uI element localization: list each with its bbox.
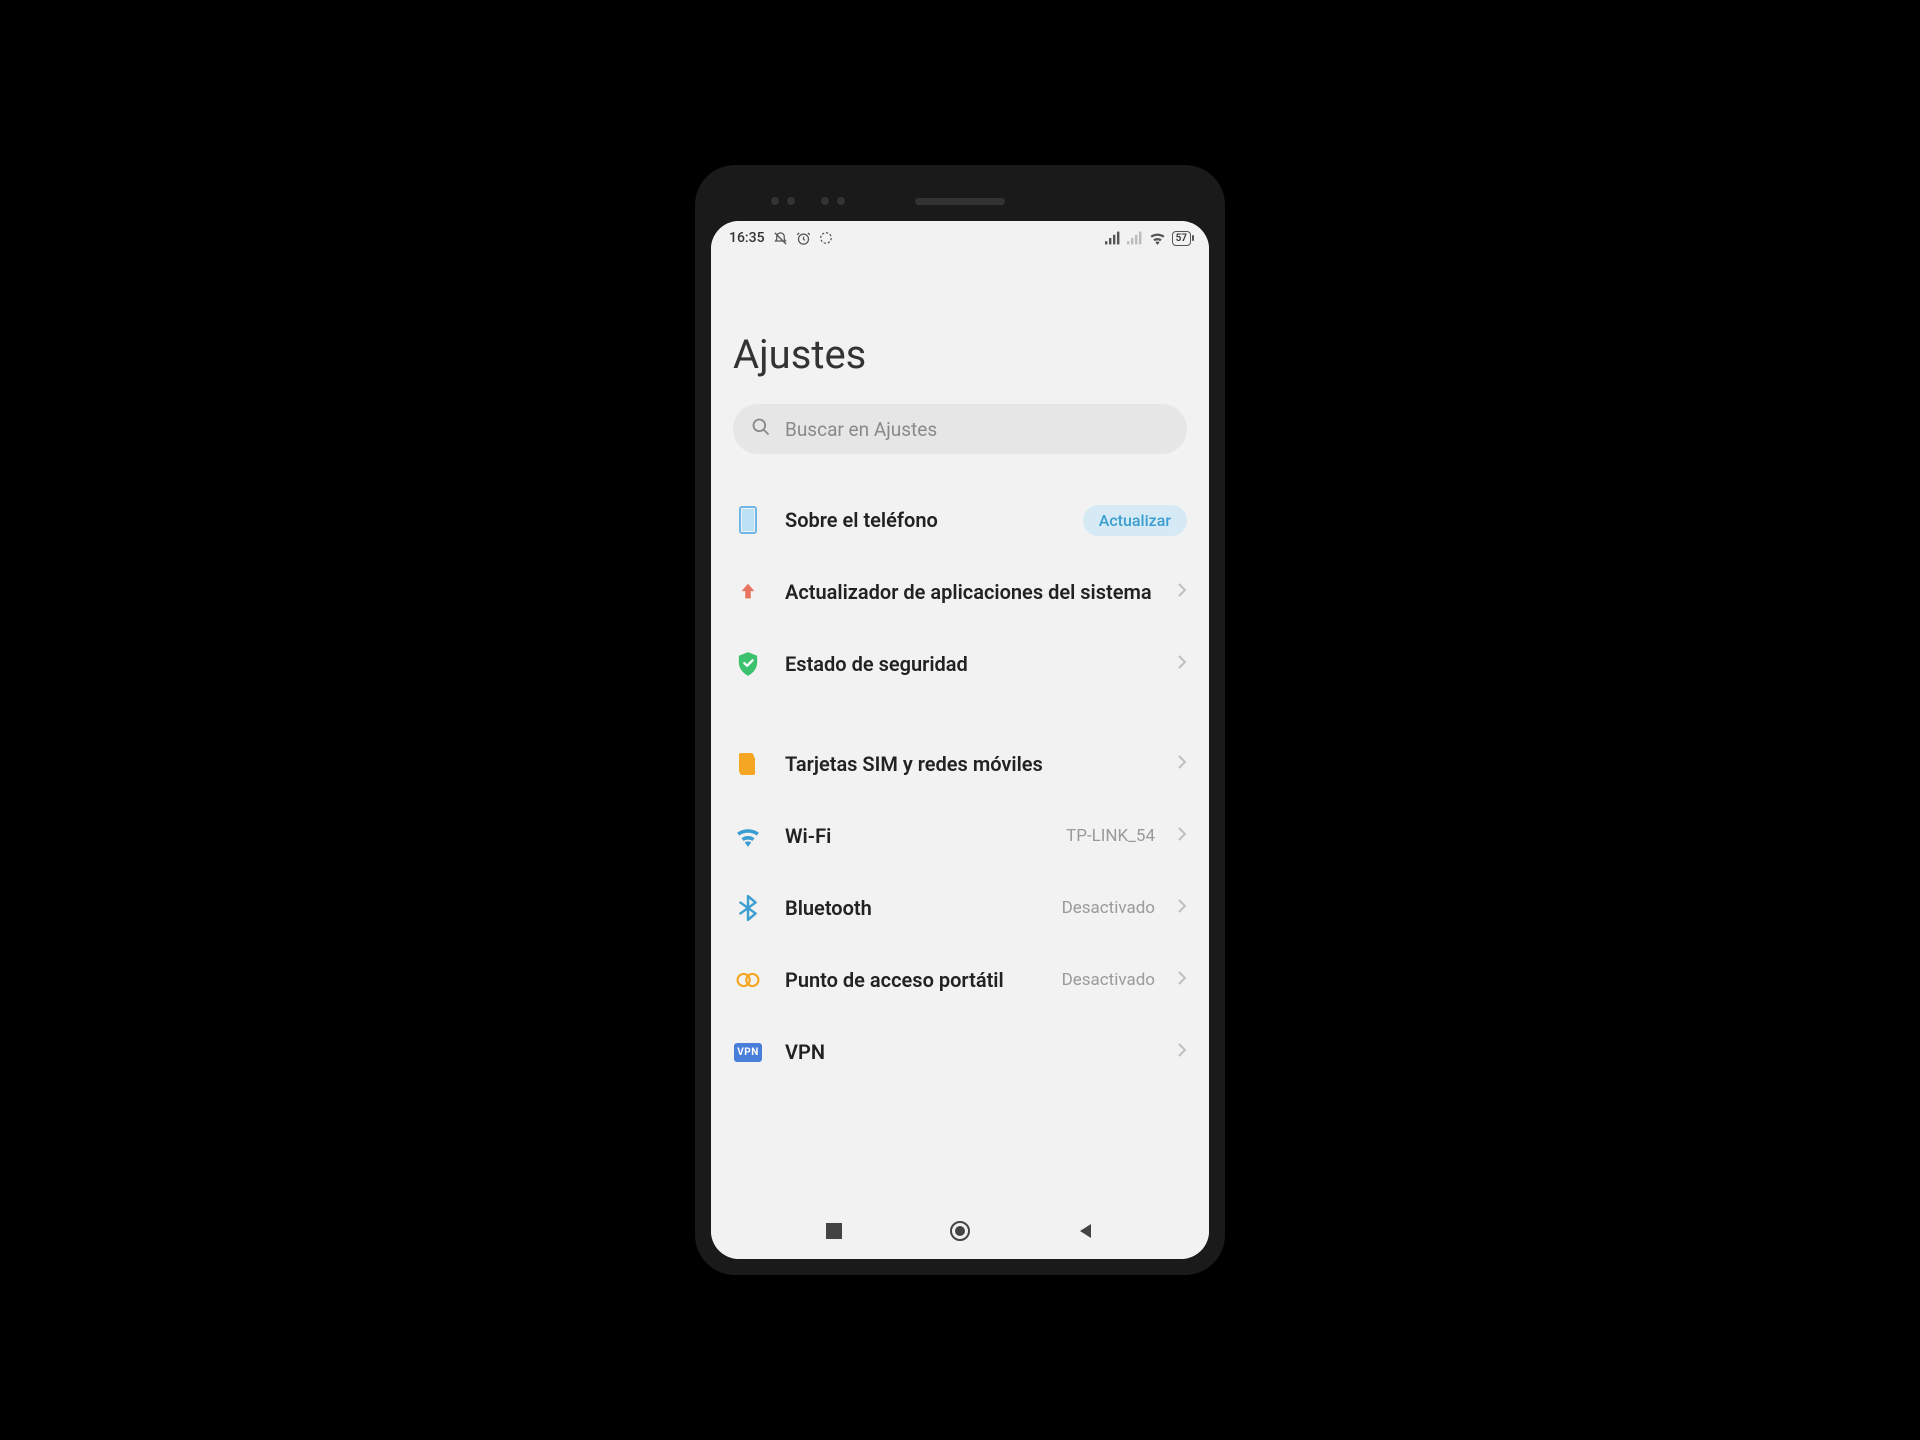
chevron-right-icon xyxy=(1177,754,1187,774)
settings-item-bluetooth[interactable]: Bluetooth Desactivado xyxy=(733,872,1187,944)
settings-item-vpn[interactable]: VPN VPN xyxy=(733,1016,1187,1088)
update-badge[interactable]: Actualizar xyxy=(1083,505,1187,536)
status-bar: 16:35 xyxy=(711,221,1209,255)
chevron-right-icon xyxy=(1177,970,1187,990)
nav-bar xyxy=(711,1203,1209,1259)
phone-frame: 16:35 xyxy=(695,165,1225,1275)
vpn-icon: VPN xyxy=(733,1037,763,1067)
status-bar-left: 16:35 xyxy=(729,230,833,246)
wifi-icon xyxy=(733,821,763,851)
section-divider xyxy=(733,700,1187,728)
settings-item-hotspot[interactable]: Punto de acceso portátil Desactivado xyxy=(733,944,1187,1016)
recents-button[interactable] xyxy=(822,1219,846,1243)
settings-list: Sobre el teléfono Actualizar Actualizado… xyxy=(733,484,1187,1088)
battery-icon: 57 xyxy=(1172,231,1191,246)
phone-bezel-top xyxy=(711,181,1209,221)
search-placeholder: Buscar en Ajustes xyxy=(785,418,937,441)
screen: 16:35 xyxy=(711,221,1209,1259)
settings-item-system-updater[interactable]: Actualizador de aplicaciones del sistema xyxy=(733,556,1187,628)
wifi-status-icon xyxy=(1149,231,1166,245)
bluetooth-icon xyxy=(733,893,763,923)
item-label: Sobre el teléfono xyxy=(785,507,1061,533)
item-value: Desactivado xyxy=(1062,970,1155,990)
item-value: Desactivado xyxy=(1062,898,1155,918)
dnd-icon xyxy=(773,231,788,246)
settings-item-wifi[interactable]: Wi-Fi TP-LINK_54 xyxy=(733,800,1187,872)
search-input[interactable]: Buscar en Ajustes xyxy=(733,404,1187,454)
settings-content[interactable]: Ajustes Buscar en Ajustes Sobre el teléf… xyxy=(711,255,1209,1203)
page-title: Ajustes xyxy=(733,331,1187,378)
speaker-grille xyxy=(915,198,1005,205)
settings-item-security-status[interactable]: Estado de seguridad xyxy=(733,628,1187,700)
item-label: Tarjetas SIM y redes móviles xyxy=(785,751,1155,777)
hotspot-icon xyxy=(733,965,763,995)
shield-icon xyxy=(733,649,763,679)
sim-icon xyxy=(733,749,763,779)
status-bar-right: 57 xyxy=(1105,231,1191,246)
item-label: Punto de acceso portátil xyxy=(785,967,1040,993)
item-label: Actualizador de aplicaciones del sistema xyxy=(785,579,1155,605)
chevron-right-icon xyxy=(1177,898,1187,918)
signal-icon-2 xyxy=(1127,231,1143,245)
alarm-icon xyxy=(796,231,811,246)
sync-icon xyxy=(819,231,833,245)
item-label: Wi-Fi xyxy=(785,823,1044,849)
chevron-right-icon xyxy=(1177,582,1187,602)
signal-icon xyxy=(1105,231,1121,245)
battery-percent: 57 xyxy=(1176,233,1187,244)
chevron-right-icon xyxy=(1177,826,1187,846)
search-icon xyxy=(751,417,771,441)
back-button[interactable] xyxy=(1074,1219,1098,1243)
sensor-dots-2 xyxy=(821,197,845,205)
settings-item-about-phone[interactable]: Sobre el teléfono Actualizar xyxy=(733,484,1187,556)
home-button[interactable] xyxy=(948,1219,972,1243)
item-value: TP-LINK_54 xyxy=(1066,826,1155,846)
settings-item-sim-networks[interactable]: Tarjetas SIM y redes móviles xyxy=(733,728,1187,800)
phone-icon xyxy=(733,505,763,535)
upload-arrow-icon xyxy=(733,577,763,607)
status-time: 16:35 xyxy=(729,230,765,246)
item-label: Bluetooth xyxy=(785,895,1040,921)
item-label: Estado de seguridad xyxy=(785,651,1155,677)
chevron-right-icon xyxy=(1177,1042,1187,1062)
sensor-dots xyxy=(771,197,795,205)
item-label: VPN xyxy=(785,1039,1155,1065)
chevron-right-icon xyxy=(1177,654,1187,674)
